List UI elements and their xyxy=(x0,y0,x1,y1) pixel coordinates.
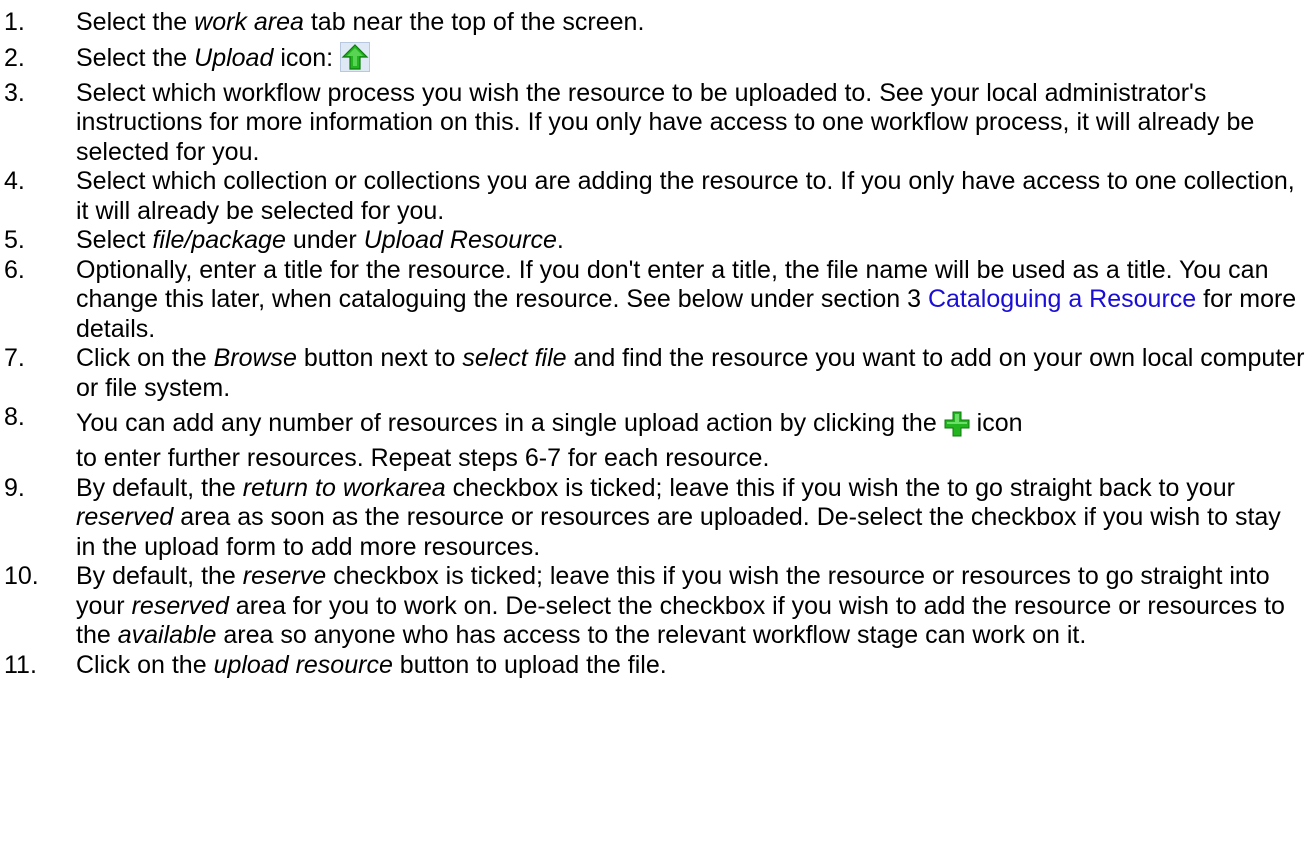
instruction-list: 1. Select the work area tab near the top… xyxy=(0,0,1313,680)
step-number: 10. xyxy=(4,562,39,590)
step-text: Select the xyxy=(76,43,195,72)
list-item: 6. Optionally, enter a title for the res… xyxy=(0,256,1313,345)
step-text: . xyxy=(556,226,564,254)
ui-term: upload resource xyxy=(213,650,393,679)
step-number: 5. xyxy=(4,226,25,254)
step-number: 3. xyxy=(4,78,25,107)
ui-term: reserved xyxy=(131,591,229,620)
ui-term: reserved xyxy=(76,503,174,531)
step-text: area as soon as the resource or resource… xyxy=(76,503,1281,561)
step-text: area so anyone who has access to the rel… xyxy=(216,621,1087,649)
step-text: Select the xyxy=(76,8,195,36)
list-item: 4. Select which collection or collection… xyxy=(0,167,1313,226)
step-text: tab near the top of the screen. xyxy=(303,8,645,36)
step-number: 1. xyxy=(4,8,25,36)
step-text: to enter further resources. Repeat steps… xyxy=(76,444,770,472)
step-text: under xyxy=(285,226,364,254)
step-text: You can add any number of resources in a… xyxy=(76,409,944,437)
step-text: By default, the xyxy=(76,473,243,502)
step-text: icon: xyxy=(273,43,341,72)
ui-term: Upload xyxy=(194,43,274,72)
list-item: 2. Select the Upload icon: xyxy=(0,38,1313,79)
upload-arrow-icon xyxy=(340,41,371,72)
step-number: 11. xyxy=(4,650,37,679)
step-number: 6. xyxy=(4,255,25,284)
step-number: 2. xyxy=(4,43,25,72)
list-item: 3. Select which workflow process you wis… xyxy=(0,79,1313,168)
step-number: 4. xyxy=(4,167,25,195)
step-text: Click on the xyxy=(76,344,214,372)
ui-term: available xyxy=(117,621,217,649)
ui-term: select file xyxy=(462,344,567,372)
step-text: button to upload the file. xyxy=(392,650,667,679)
list-item: 11. Click on the upload resource button … xyxy=(0,651,1313,681)
ui-term: reserve xyxy=(242,562,327,590)
ui-term: Upload Resource xyxy=(363,226,557,254)
list-item: 1. Select the work area tab near the top… xyxy=(0,8,1313,38)
ui-term: file/package xyxy=(152,226,286,254)
step-text: Select xyxy=(76,226,153,254)
step-number: 7. xyxy=(4,344,25,372)
ui-term: return to workarea xyxy=(242,473,446,502)
cataloguing-link[interactable]: Cataloguing a Resource xyxy=(928,285,1196,313)
list-item: 10. By default, the reserve checkbox is … xyxy=(0,562,1313,651)
list-item: 8. You can add any number of resources i… xyxy=(0,403,1313,474)
ui-term: work area xyxy=(194,8,304,36)
list-item: 5. Select file/package under Upload Reso… xyxy=(0,226,1313,256)
list-item: 9. By default, the return to workarea ch… xyxy=(0,474,1313,563)
step-number: 8. xyxy=(4,403,25,431)
add-plus-icon xyxy=(944,411,970,437)
step-text: button next to xyxy=(296,344,463,372)
step-text: icon xyxy=(969,409,1023,437)
step-text: checkbox is ticked; leave this if you wi… xyxy=(445,473,1235,502)
step-text: Click on the xyxy=(76,650,214,679)
step-text: Select which collection or collections y… xyxy=(76,167,1295,225)
step-number: 9. xyxy=(4,473,25,502)
list-item: 7. Click on the Browse button next to se… xyxy=(0,344,1313,403)
step-text: Select which workflow process you wish t… xyxy=(76,78,1255,166)
step-text: By default, the xyxy=(76,562,243,590)
ui-term: Browse xyxy=(213,344,297,372)
